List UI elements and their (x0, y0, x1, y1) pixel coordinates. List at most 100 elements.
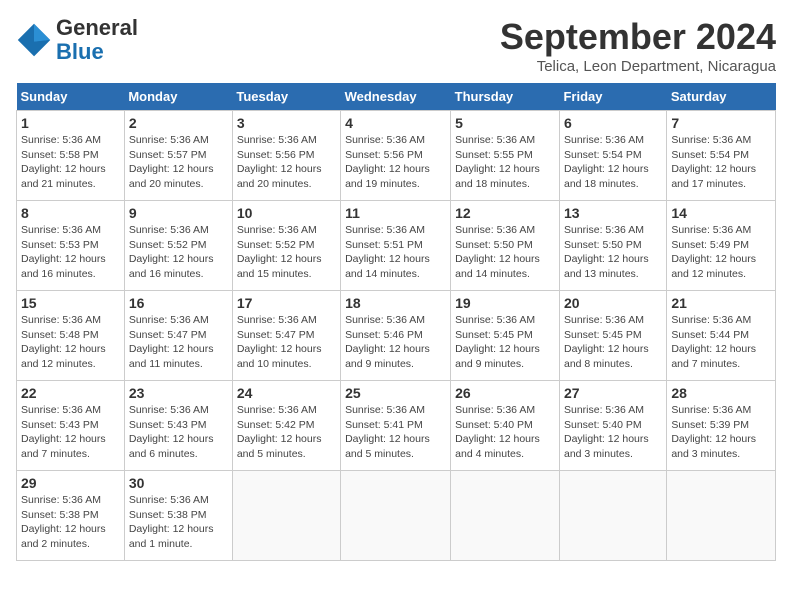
day-info: Sunrise: 5:36 AMSunset: 5:49 PMDaylight:… (671, 224, 756, 280)
day-info: Sunrise: 5:36 AMSunset: 5:40 PMDaylight:… (455, 404, 540, 460)
day-number: 23 (129, 385, 228, 401)
day-cell-27: 27 Sunrise: 5:36 AMSunset: 5:40 PMDaylig… (559, 381, 666, 471)
day-cell-24: 24 Sunrise: 5:36 AMSunset: 5:42 PMDaylig… (232, 381, 340, 471)
day-cell-4: 4 Sunrise: 5:36 AMSunset: 5:56 PMDayligh… (341, 111, 451, 201)
day-info: Sunrise: 5:36 AMSunset: 5:56 PMDaylight:… (345, 134, 430, 190)
weekday-header-sunday: Sunday (17, 83, 125, 111)
day-number: 9 (129, 205, 228, 221)
day-cell-26: 26 Sunrise: 5:36 AMSunset: 5:40 PMDaylig… (451, 381, 560, 471)
day-info: Sunrise: 5:36 AMSunset: 5:57 PMDaylight:… (129, 134, 214, 190)
weekday-header-row: SundayMondayTuesdayWednesdayThursdayFrid… (17, 83, 776, 111)
day-info: Sunrise: 5:36 AMSunset: 5:47 PMDaylight:… (129, 314, 214, 370)
day-cell-11: 11 Sunrise: 5:36 AMSunset: 5:51 PMDaylig… (341, 201, 451, 291)
day-cell-29: 29 Sunrise: 5:36 AMSunset: 5:38 PMDaylig… (17, 471, 125, 561)
day-number: 24 (237, 385, 336, 401)
day-info: Sunrise: 5:36 AMSunset: 5:48 PMDaylight:… (21, 314, 106, 370)
day-cell-7: 7 Sunrise: 5:36 AMSunset: 5:54 PMDayligh… (667, 111, 776, 201)
week-row-4: 22 Sunrise: 5:36 AMSunset: 5:43 PMDaylig… (17, 381, 776, 471)
day-number: 22 (21, 385, 120, 401)
day-info: Sunrise: 5:36 AMSunset: 5:45 PMDaylight:… (455, 314, 540, 370)
day-cell-15: 15 Sunrise: 5:36 AMSunset: 5:48 PMDaylig… (17, 291, 125, 381)
day-number: 5 (455, 115, 555, 131)
weekday-header-friday: Friday (559, 83, 666, 111)
day-number: 10 (237, 205, 336, 221)
day-number: 11 (345, 205, 446, 221)
day-cell-30: 30 Sunrise: 5:36 AMSunset: 5:38 PMDaylig… (124, 471, 232, 561)
empty-cell (559, 471, 666, 561)
day-number: 26 (455, 385, 555, 401)
day-number: 7 (671, 115, 771, 131)
day-info: Sunrise: 5:36 AMSunset: 5:40 PMDaylight:… (564, 404, 649, 460)
logo-text: General Blue (56, 16, 138, 64)
day-info: Sunrise: 5:36 AMSunset: 5:41 PMDaylight:… (345, 404, 430, 460)
day-number: 1 (21, 115, 120, 131)
day-number: 28 (671, 385, 771, 401)
day-number: 21 (671, 295, 771, 311)
weekday-header-saturday: Saturday (667, 83, 776, 111)
day-number: 16 (129, 295, 228, 311)
empty-cell (341, 471, 451, 561)
day-number: 4 (345, 115, 446, 131)
day-cell-5: 5 Sunrise: 5:36 AMSunset: 5:55 PMDayligh… (451, 111, 560, 201)
day-number: 12 (455, 205, 555, 221)
day-number: 6 (564, 115, 662, 131)
day-info: Sunrise: 5:36 AMSunset: 5:45 PMDaylight:… (564, 314, 649, 370)
day-info: Sunrise: 5:36 AMSunset: 5:47 PMDaylight:… (237, 314, 322, 370)
day-number: 18 (345, 295, 446, 311)
day-number: 3 (237, 115, 336, 131)
day-number: 19 (455, 295, 555, 311)
day-cell-8: 8 Sunrise: 5:36 AMSunset: 5:53 PMDayligh… (17, 201, 125, 291)
day-info: Sunrise: 5:36 AMSunset: 5:44 PMDaylight:… (671, 314, 756, 370)
weekday-header-thursday: Thursday (451, 83, 560, 111)
day-info: Sunrise: 5:36 AMSunset: 5:38 PMDaylight:… (21, 494, 106, 550)
day-info: Sunrise: 5:36 AMSunset: 5:51 PMDaylight:… (345, 224, 430, 280)
day-cell-21: 21 Sunrise: 5:36 AMSunset: 5:44 PMDaylig… (667, 291, 776, 381)
day-number: 25 (345, 385, 446, 401)
day-info: Sunrise: 5:36 AMSunset: 5:54 PMDaylight:… (564, 134, 649, 190)
day-info: Sunrise: 5:36 AMSunset: 5:38 PMDaylight:… (129, 494, 214, 550)
weekday-header-monday: Monday (124, 83, 232, 111)
empty-cell (451, 471, 560, 561)
day-number: 14 (671, 205, 771, 221)
day-info: Sunrise: 5:36 AMSunset: 5:50 PMDaylight:… (455, 224, 540, 280)
day-cell-23: 23 Sunrise: 5:36 AMSunset: 5:43 PMDaylig… (124, 381, 232, 471)
weekday-header-tuesday: Tuesday (232, 83, 340, 111)
day-cell-10: 10 Sunrise: 5:36 AMSunset: 5:52 PMDaylig… (232, 201, 340, 291)
month-title: September 2024 (500, 16, 776, 58)
day-cell-12: 12 Sunrise: 5:36 AMSunset: 5:50 PMDaylig… (451, 201, 560, 291)
day-info: Sunrise: 5:36 AMSunset: 5:56 PMDaylight:… (237, 134, 322, 190)
day-cell-17: 17 Sunrise: 5:36 AMSunset: 5:47 PMDaylig… (232, 291, 340, 381)
day-cell-19: 19 Sunrise: 5:36 AMSunset: 5:45 PMDaylig… (451, 291, 560, 381)
day-info: Sunrise: 5:36 AMSunset: 5:50 PMDaylight:… (564, 224, 649, 280)
day-info: Sunrise: 5:36 AMSunset: 5:43 PMDaylight:… (129, 404, 214, 460)
empty-cell (232, 471, 340, 561)
day-number: 15 (21, 295, 120, 311)
week-row-2: 8 Sunrise: 5:36 AMSunset: 5:53 PMDayligh… (17, 201, 776, 291)
day-cell-3: 3 Sunrise: 5:36 AMSunset: 5:56 PMDayligh… (232, 111, 340, 201)
day-info: Sunrise: 5:36 AMSunset: 5:54 PMDaylight:… (671, 134, 756, 190)
week-row-5: 29 Sunrise: 5:36 AMSunset: 5:38 PMDaylig… (17, 471, 776, 561)
day-info: Sunrise: 5:36 AMSunset: 5:43 PMDaylight:… (21, 404, 106, 460)
title-area: September 2024 Telica, Leon Department, … (500, 16, 776, 75)
day-cell-6: 6 Sunrise: 5:36 AMSunset: 5:54 PMDayligh… (559, 111, 666, 201)
day-number: 27 (564, 385, 662, 401)
logo-icon (16, 22, 52, 58)
weekday-header-wednesday: Wednesday (341, 83, 451, 111)
empty-cell (667, 471, 776, 561)
logo-general: General (56, 15, 138, 40)
calendar-table: SundayMondayTuesdayWednesdayThursdayFrid… (16, 83, 776, 561)
day-info: Sunrise: 5:36 AMSunset: 5:39 PMDaylight:… (671, 404, 756, 460)
day-cell-13: 13 Sunrise: 5:36 AMSunset: 5:50 PMDaylig… (559, 201, 666, 291)
logo-blue: Blue (56, 39, 104, 64)
page-header: General Blue September 2024 Telica, Leon… (16, 16, 776, 75)
day-cell-1: 1 Sunrise: 5:36 AMSunset: 5:58 PMDayligh… (17, 111, 125, 201)
day-info: Sunrise: 5:36 AMSunset: 5:53 PMDaylight:… (21, 224, 106, 280)
day-number: 17 (237, 295, 336, 311)
day-cell-9: 9 Sunrise: 5:36 AMSunset: 5:52 PMDayligh… (124, 201, 232, 291)
day-cell-14: 14 Sunrise: 5:36 AMSunset: 5:49 PMDaylig… (667, 201, 776, 291)
day-info: Sunrise: 5:36 AMSunset: 5:52 PMDaylight:… (237, 224, 322, 280)
day-cell-25: 25 Sunrise: 5:36 AMSunset: 5:41 PMDaylig… (341, 381, 451, 471)
day-info: Sunrise: 5:36 AMSunset: 5:46 PMDaylight:… (345, 314, 430, 370)
day-number: 8 (21, 205, 120, 221)
day-cell-2: 2 Sunrise: 5:36 AMSunset: 5:57 PMDayligh… (124, 111, 232, 201)
